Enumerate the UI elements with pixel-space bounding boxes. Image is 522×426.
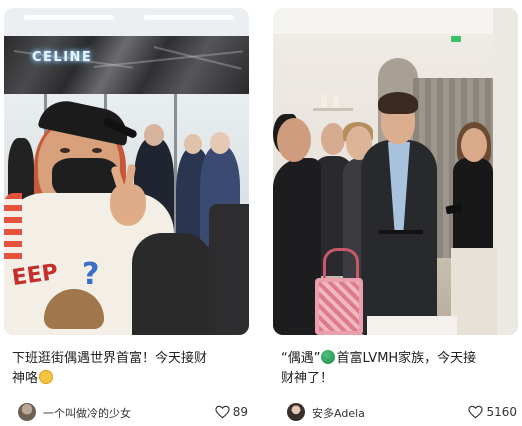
store-sign: CELINE (32, 50, 93, 65)
avatar[interactable] (287, 403, 305, 421)
like-count: 89 (232, 405, 248, 419)
green-circle-emoji-icon (321, 350, 336, 364)
note-meta: 一个叫做冷的少女 89 (12, 401, 248, 423)
note-card-2[interactable]: “偶遇” 首富LVMH家族，今天接 财神了！ 安多Adela 5160 (273, 8, 518, 421)
author-name[interactable]: 安多Adela (312, 405, 365, 421)
smiling-face-emoji-icon (39, 370, 54, 384)
note-title[interactable]: 下班逛街偶遇世界首富！今天接财 神咯 (12, 349, 248, 389)
note-meta: 安多Adela 5160 (281, 401, 517, 423)
note-title[interactable]: “偶遇” 首富LVMH家族，今天接 财神了！ (281, 349, 517, 389)
avatar[interactable] (18, 403, 36, 421)
marble-storefront (4, 36, 249, 94)
heart-outline-icon (215, 405, 230, 419)
like-count: 5160 (486, 405, 517, 419)
author-name[interactable]: 一个叫做冷的少女 (43, 405, 131, 421)
heart-outline-icon (468, 405, 484, 419)
like-button[interactable]: 89 (215, 404, 248, 420)
exit-sign (451, 36, 461, 42)
note-cover-image[interactable] (273, 8, 518, 335)
peace-sign-hand (110, 184, 146, 226)
pink-tote-bag (315, 278, 363, 335)
note-card-1[interactable]: CELINE EEP ? 下班逛街偶遇世界首富！今天接财 神咯 一个叫做冷的少女… (4, 8, 249, 421)
like-button[interactable]: 5160 (468, 404, 517, 420)
note-cover-image[interactable]: CELINE EEP ? (4, 8, 249, 335)
